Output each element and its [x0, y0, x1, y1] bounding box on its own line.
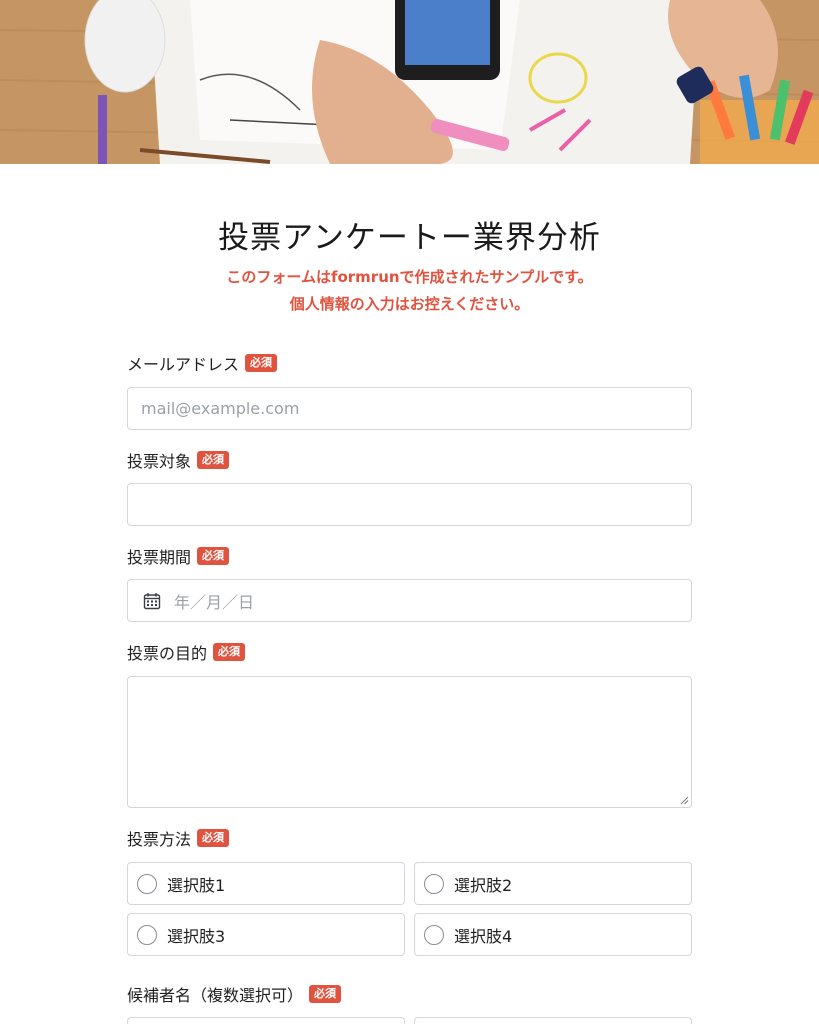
- method-option-2[interactable]: 選択肢2: [414, 862, 692, 905]
- required-badge: 必須: [197, 547, 230, 565]
- radio-circle-icon[interactable]: [137, 873, 157, 894]
- required-badge: 必須: [213, 643, 246, 661]
- method-option-label: 選択肢2: [454, 875, 513, 895]
- candidates-label: 候補者名（複数選択可） 必須: [127, 983, 342, 1005]
- method-option-label: 選択肢1: [167, 875, 226, 895]
- required-badge: 必須: [309, 985, 342, 1003]
- candidate-option-2[interactable]: [414, 1017, 692, 1024]
- method-label-text: 投票方法: [127, 830, 192, 849]
- radio-circle-icon[interactable]: [424, 873, 444, 894]
- sample-notice-line1: このフォームはformrunで作成されたサンプルです。: [226, 268, 593, 286]
- method-option-3[interactable]: 選択肢3: [127, 913, 405, 956]
- radio-circle-icon[interactable]: [137, 924, 157, 945]
- method-option-label: 選択肢3: [167, 926, 226, 946]
- target-label-text: 投票対象: [127, 452, 192, 471]
- method-label: 投票方法 必須: [127, 827, 230, 849]
- hero-image: [0, 0, 819, 164]
- calendar-icon: [143, 592, 161, 609]
- target-input[interactable]: [127, 483, 692, 526]
- required-badge: 必須: [197, 829, 230, 847]
- email-label-text: メールアドレス: [127, 355, 240, 374]
- date-placeholder: 年／月／日: [174, 592, 255, 612]
- sample-notice-line2: 個人情報の入力はお控えください。: [289, 295, 530, 313]
- email-placeholder: mail@example.com: [141, 399, 300, 418]
- radio-circle-icon[interactable]: [424, 924, 444, 945]
- candidates-label-text: 候補者名（複数選択可）: [127, 986, 304, 1005]
- purpose-label: 投票の目的 必須: [127, 641, 246, 663]
- email-label: メールアドレス 必須: [127, 352, 278, 374]
- required-badge: 必須: [245, 354, 278, 372]
- purpose-textarea[interactable]: [127, 676, 692, 808]
- required-badge: 必須: [197, 451, 230, 469]
- method-option-label: 選択肢4: [454, 926, 513, 946]
- resize-handle-icon[interactable]: [680, 796, 689, 805]
- purpose-label-text: 投票の目的: [127, 644, 208, 663]
- form-title: 投票アンケートー業界分析: [218, 220, 601, 256]
- date-input[interactable]: 年／月／日: [127, 579, 692, 622]
- period-label: 投票期間 必須: [127, 545, 230, 567]
- method-option-1[interactable]: 選択肢1: [127, 862, 405, 905]
- method-option-4[interactable]: 選択肢4: [414, 913, 692, 956]
- target-label: 投票対象 必須: [127, 449, 230, 471]
- hero-illustration: [0, 0, 819, 164]
- candidate-option-1[interactable]: [127, 1017, 405, 1024]
- email-input[interactable]: mail@example.com: [127, 387, 692, 430]
- period-label-text: 投票期間: [127, 548, 192, 567]
